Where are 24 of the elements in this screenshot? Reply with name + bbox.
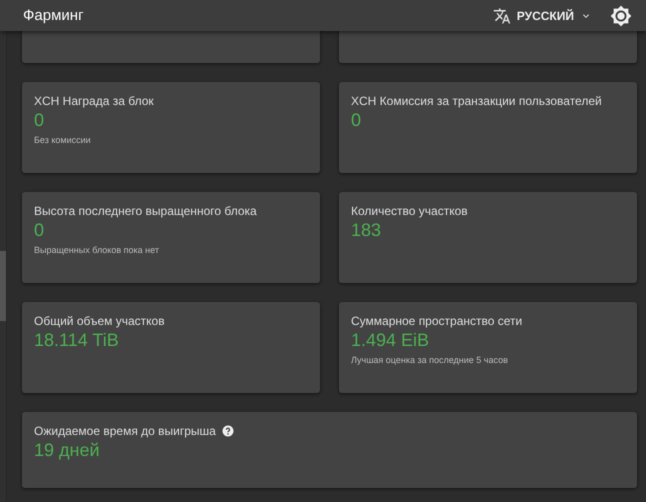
card-value: 18.114 TiB <box>34 330 120 351</box>
card-title: Высота последнего выращенного блока <box>34 204 257 218</box>
translate-icon <box>492 6 511 24</box>
card-title: Количество участков <box>351 204 468 218</box>
card-title: Ожидаемое время до выигрыша <box>34 424 216 438</box>
help-icon[interactable] <box>222 425 234 437</box>
card-title: XCH Комиссия за транзакции пользователей <box>351 94 602 108</box>
card-note: Лучшая оценка за последние 5 часов <box>351 355 509 365</box>
card-value: 0 <box>351 110 362 131</box>
scrollbar-thumb[interactable] <box>0 251 6 321</box>
brightness-icon <box>610 4 632 26</box>
card-title: Общий объем участков <box>34 314 165 328</box>
language-selector[interactable]: РУССКИЙ <box>486 6 598 24</box>
card-title: Суммарное пространство сети <box>351 314 522 328</box>
card-value: 183 <box>351 220 382 241</box>
settings-button[interactable] <box>610 4 632 26</box>
card-value: 0 <box>34 220 46 241</box>
card-note: Выращенных блоков пока нет <box>34 245 160 255</box>
card-title: XCH Награда за блок <box>34 94 154 108</box>
card-note: Без комиссии <box>34 135 92 145</box>
card-value: 1.494 EiB <box>351 330 430 351</box>
card-value: 0 <box>34 110 46 131</box>
card-value: 19 дней <box>34 440 101 461</box>
app-title: Фарминг <box>23 7 85 24</box>
